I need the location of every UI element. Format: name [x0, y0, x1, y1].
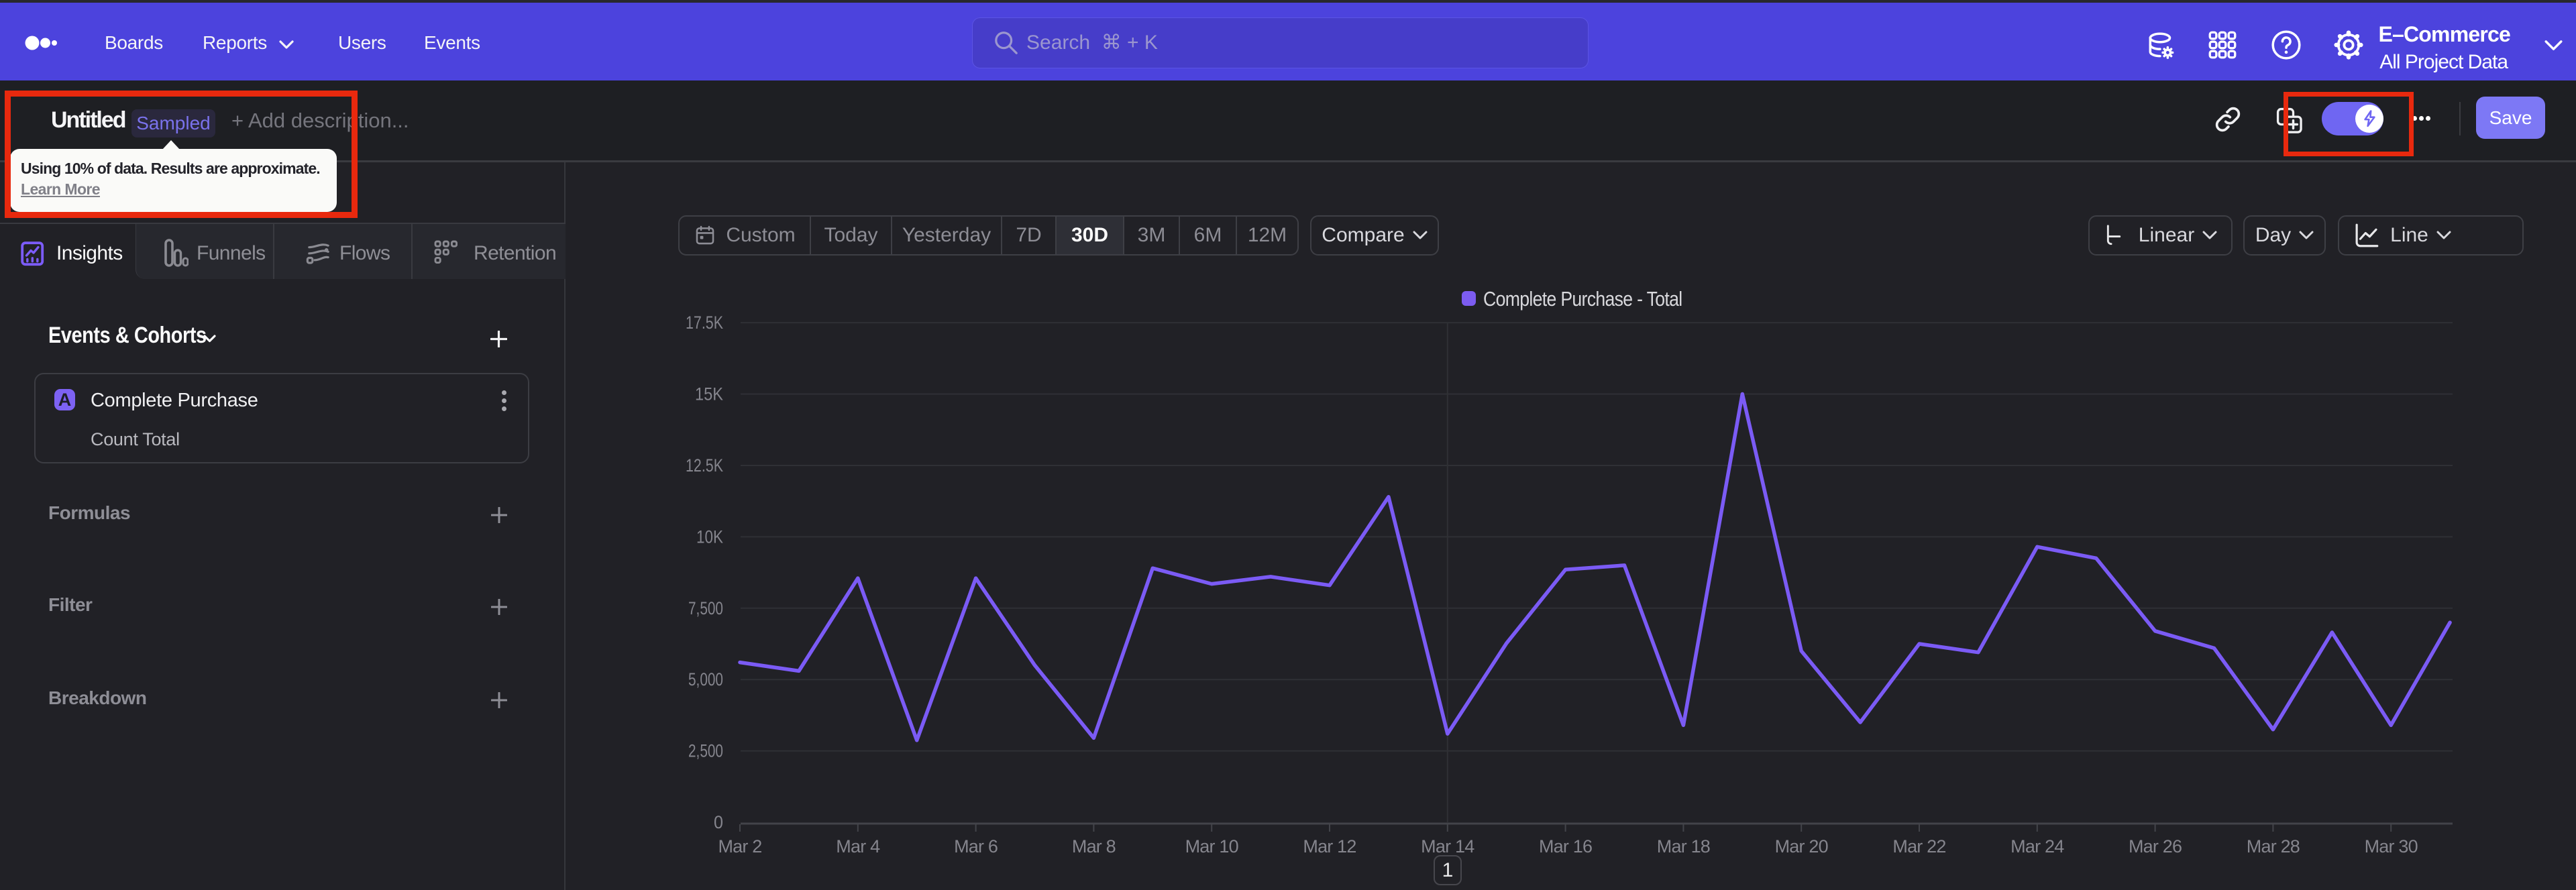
svg-text:Mar 10: Mar 10 [1185, 836, 1238, 856]
svg-text:Mar 22: Mar 22 [1892, 836, 1945, 856]
svg-text:Mar 18: Mar 18 [1657, 836, 1710, 856]
svg-text:Mar 8: Mar 8 [1072, 836, 1116, 856]
svg-text:0: 0 [714, 812, 723, 832]
svg-text:15K: 15K [695, 384, 723, 404]
svg-text:Mar 30: Mar 30 [2365, 836, 2418, 856]
svg-text:Mar 4: Mar 4 [836, 836, 880, 856]
svg-text:Mar 20: Mar 20 [1775, 836, 1828, 856]
svg-text:7,500: 7,500 [688, 598, 723, 618]
svg-text:Mar 28: Mar 28 [2247, 836, 2300, 856]
svg-text:12.5K: 12.5K [686, 455, 723, 476]
svg-text:17.5K: 17.5K [686, 313, 723, 333]
svg-text:Mar 6: Mar 6 [954, 836, 998, 856]
svg-text:Mar 16: Mar 16 [1539, 836, 1592, 856]
svg-text:Mar 12: Mar 12 [1303, 836, 1356, 856]
svg-text:Mar 24: Mar 24 [2010, 836, 2064, 856]
svg-text:Mar 26: Mar 26 [2129, 836, 2182, 856]
svg-text:5,000: 5,000 [688, 669, 723, 689]
svg-text:Mar 14: Mar 14 [1421, 836, 1474, 856]
svg-text:2,500: 2,500 [688, 741, 723, 761]
svg-text:Mar 2: Mar 2 [718, 836, 761, 856]
svg-text:10K: 10K [696, 526, 723, 547]
